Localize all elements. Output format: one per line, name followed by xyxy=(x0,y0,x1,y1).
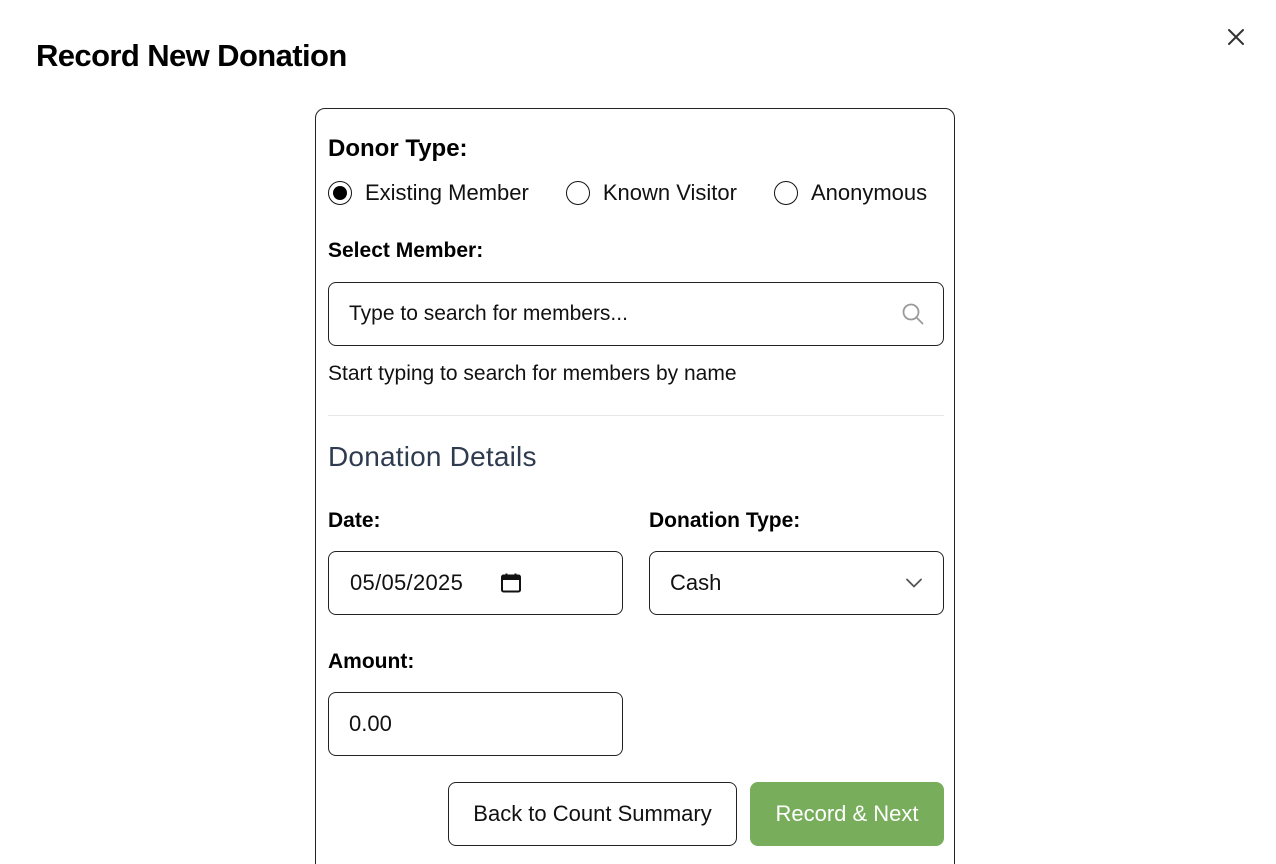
amount-value: 0.00 xyxy=(349,711,392,736)
calendar-icon[interactable] xyxy=(500,572,522,594)
chevron-down-icon xyxy=(905,577,923,589)
donation-type-select[interactable]: Cash xyxy=(649,551,944,615)
date-input[interactable]: 05/05/2025 xyxy=(328,551,623,615)
radio-known-visitor[interactable]: Known Visitor xyxy=(565,180,737,206)
close-icon xyxy=(1227,28,1245,46)
donation-type-label: Donation Type: xyxy=(649,509,801,532)
radio-label-anonymous: Anonymous xyxy=(810,180,928,205)
modal-title: Record New Donation xyxy=(36,38,347,73)
date-value: 05/05/2025 xyxy=(350,570,464,595)
member-search-helper-text: Start typing to search for members by na… xyxy=(328,362,737,385)
radio-anonymous[interactable]: Anonymous xyxy=(773,180,928,206)
member-search-field[interactable] xyxy=(328,282,944,346)
amount-label: Amount: xyxy=(328,650,415,673)
radio-dot xyxy=(333,186,347,200)
record-and-next-button[interactable]: Record & Next xyxy=(750,782,944,846)
select-member-label: Select Member: xyxy=(328,239,484,262)
radio-label-existing-member: Existing Member xyxy=(365,180,529,205)
radio-label-known-visitor: Known Visitor xyxy=(602,180,737,205)
amount-input[interactable]: 0.00 xyxy=(328,692,623,756)
member-search-input[interactable] xyxy=(349,302,901,326)
donation-form: Donor Type: Existing Member Known Visito… xyxy=(315,108,955,864)
back-to-count-summary-button[interactable]: Back to Count Summary xyxy=(448,782,737,846)
radio-existing-member[interactable]: Existing Member xyxy=(328,180,529,206)
section-divider xyxy=(328,415,944,416)
search-icon xyxy=(901,302,925,326)
date-label: Date: xyxy=(328,509,381,532)
donation-details-title: Donation Details xyxy=(328,441,537,472)
record-donation-modal: Record New Donation Donor Type: Existing… xyxy=(0,0,1276,864)
radio-button[interactable] xyxy=(773,181,798,205)
donor-type-label: Donor Type: xyxy=(328,135,468,162)
close-button[interactable] xyxy=(1222,23,1250,51)
radio-button[interactable] xyxy=(565,181,590,205)
radio-button-selected[interactable] xyxy=(328,181,352,205)
donation-type-value: Cash xyxy=(670,570,722,595)
donor-type-radio-group: Existing Member Known Visitor Anonymous xyxy=(328,179,927,207)
